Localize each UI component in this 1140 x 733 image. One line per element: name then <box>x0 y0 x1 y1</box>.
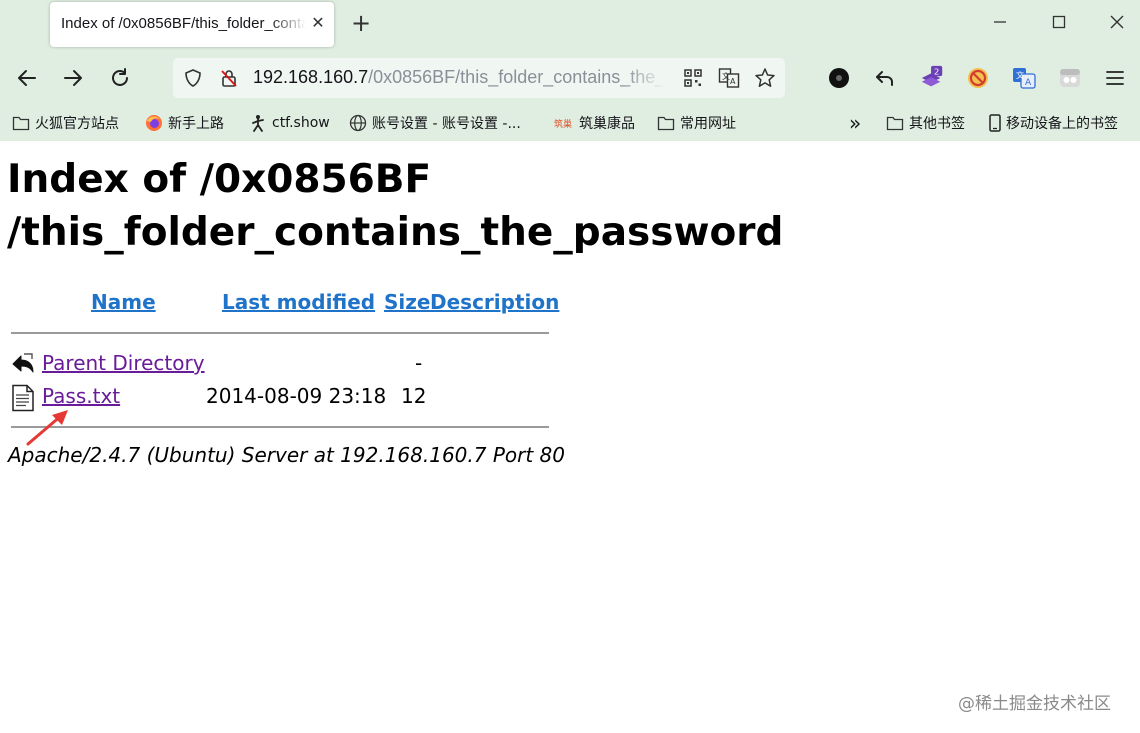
maximize-button[interactable] <box>1044 10 1074 38</box>
column-header-size[interactable]: Size <box>384 290 430 314</box>
svg-text:文: 文 <box>722 71 730 81</box>
mobile-bookmarks-folder[interactable]: 移动设备上的书签 <box>988 112 1118 134</box>
forward-arrow-icon <box>64 70 82 86</box>
minimize-icon <box>994 21 1006 23</box>
chevron-double-right-icon: » <box>849 111 862 135</box>
bookmark-label: 常用网址 <box>680 116 736 132</box>
url-path: /0x0856BF/this_folder_contains_the_passw… <box>368 67 665 87</box>
bookmark-label: 火狐官方站点 <box>35 116 119 132</box>
file-last-modified: 2014-08-09 23:18 <box>206 384 387 408</box>
ctfshow-icon <box>249 114 267 132</box>
navigation-toolbar: 192.168.160.7/0x0856BF/this_folder_conta… <box>0 50 1140 106</box>
footer-divider <box>11 426 549 428</box>
new-tab-button[interactable]: + <box>348 10 374 36</box>
menu-button[interactable] <box>1102 65 1128 91</box>
translate-icon[interactable]: 文A <box>718 67 740 89</box>
bookmark-item-common-sites[interactable]: 常用网址 <box>657 112 736 134</box>
reload-button[interactable] <box>105 63 135 93</box>
blocker-extension-icon[interactable] <box>965 65 991 91</box>
extension-badge: 2 <box>934 66 939 76</box>
hamburger-icon <box>1106 71 1124 85</box>
insecure-lock-icon[interactable] <box>218 67 240 89</box>
svg-text:A: A <box>730 77 736 86</box>
back-arrow-icon <box>18 70 36 86</box>
url-text[interactable]: 192.168.160.7/0x0856BF/this_folder_conta… <box>253 67 665 88</box>
page-title-line2: /this_folder_contains_the_password <box>7 210 784 255</box>
bookmark-star-icon[interactable] <box>754 67 776 89</box>
bookmark-label: 其他书签 <box>909 116 965 132</box>
bookmarks-overflow-button[interactable]: » <box>849 111 862 135</box>
url-host: 192.168.160.7 <box>253 67 369 87</box>
column-header-last-modified[interactable]: Last modified <box>222 290 375 314</box>
other-bookmarks-folder[interactable]: 其他书签 <box>886 112 965 134</box>
close-icon <box>1110 15 1124 29</box>
maximize-icon <box>1052 15 1066 29</box>
globe-icon <box>349 114 367 132</box>
bookmarks-toolbar: 火狐官方站点 新手上路 ctf.show 账号设置 - 账号设置 -... 筑巢… <box>0 106 1140 141</box>
page-title: Index of /0x0856BF /this_folder_contains… <box>7 153 807 259</box>
bookmark-item-firefox-official[interactable]: 火狐官方站点 <box>12 112 119 134</box>
watermark: @稀土掘金技术社区 <box>958 694 1111 714</box>
page-content: Index of /0x0856BF /this_folder_contains… <box>0 141 1140 733</box>
bookmark-label: ctf.show <box>272 115 330 131</box>
zhuchao-icon-text: 筑巢 <box>554 118 572 129</box>
tab-strip: Index of /0x0856BF/this_folder_contains_… <box>0 0 1140 50</box>
svg-text:A: A <box>1025 78 1032 88</box>
reload-icon <box>112 68 128 86</box>
stack-extension-icon[interactable]: 2 <box>919 65 945 91</box>
folder-icon <box>657 114 675 132</box>
bookmark-label: 新手上路 <box>168 116 224 132</box>
shield-icon[interactable] <box>182 67 204 89</box>
browser-chrome: Index of /0x0856BF/this_folder_contains_… <box>0 0 1140 141</box>
file-size: 12 <box>401 384 427 408</box>
header-divider <box>11 332 549 334</box>
page-title-line1: Index of /0x0856BF <box>7 157 432 202</box>
bookmark-item-account-settings[interactable]: 账号设置 - 账号设置 -... <box>349 112 521 134</box>
forward-button[interactable] <box>58 63 88 93</box>
file-link-pass-txt[interactable]: Pass.txt <box>42 384 120 408</box>
close-window-button[interactable] <box>1102 10 1132 38</box>
minimize-button[interactable] <box>985 10 1015 38</box>
back-arrow-icon <box>10 350 36 378</box>
firefox-icon <box>145 114 163 132</box>
record-extension-icon[interactable] <box>826 65 852 91</box>
qr-code-icon[interactable] <box>682 67 704 89</box>
zhuchao-icon: 筑巢 <box>554 114 574 132</box>
bookmark-item-ctfshow[interactable]: ctf.show <box>249 112 330 134</box>
active-tab[interactable]: Index of /0x0856BF/this_folder_contains_… <box>50 2 334 47</box>
bookmark-label: 账号设置 - 账号设置 -... <box>372 116 521 132</box>
undo-extension-icon[interactable] <box>872 65 898 91</box>
bookmark-label: 筑巢康品 <box>579 116 635 132</box>
translate-extension-icon[interactable]: 文A <box>1011 65 1037 91</box>
server-signature: Apache/2.4.7 (Ubuntu) Server at 192.168.… <box>8 443 566 467</box>
mobile-device-icon <box>988 114 1002 132</box>
back-button[interactable] <box>12 63 42 93</box>
tab-close-button[interactable]: ✕ <box>308 13 328 33</box>
container-extension-icon[interactable] <box>1057 65 1083 91</box>
folder-icon <box>886 114 904 132</box>
parent-directory-size: - <box>415 351 423 375</box>
address-bar[interactable]: 192.168.160.7/0x0856BF/this_folder_conta… <box>173 58 785 98</box>
bookmark-label: 移动设备上的书签 <box>1006 116 1118 132</box>
tab-title: Index of /0x0856BF/this_folder_contains_… <box>61 15 306 32</box>
parent-directory-link[interactable]: Parent Directory <box>42 351 205 375</box>
red-annotation-arrow <box>26 410 68 446</box>
svg-text:文: 文 <box>1016 70 1024 80</box>
bookmark-item-zhuchao[interactable]: 筑巢 筑巢康品 <box>554 112 635 134</box>
folder-icon <box>12 114 30 132</box>
bookmark-item-getting-started[interactable]: 新手上路 <box>145 112 224 134</box>
column-header-description[interactable]: Description <box>430 290 559 314</box>
column-header-name[interactable]: Name <box>91 290 156 314</box>
